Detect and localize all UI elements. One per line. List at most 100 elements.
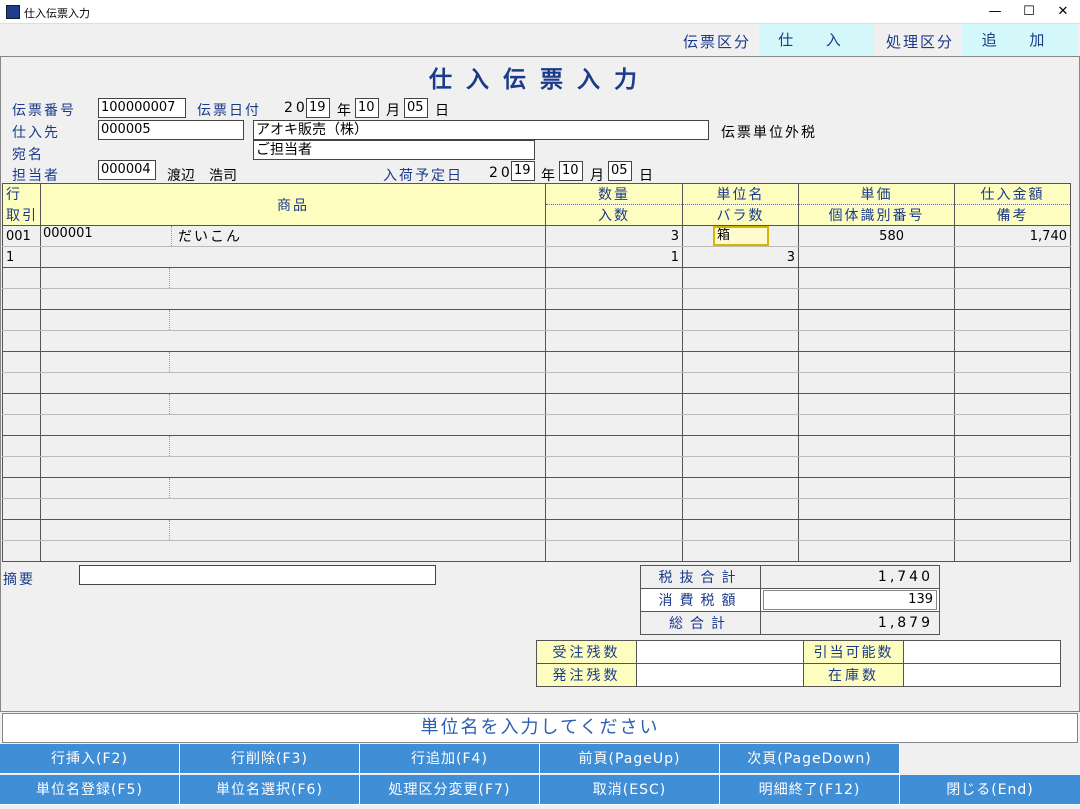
grid-cell[interactable] — [545, 351, 683, 373]
grid-cell[interactable] — [545, 330, 683, 352]
minimize-icon[interactable]: — — [978, 0, 1012, 24]
grid-cell[interactable] — [2, 456, 41, 478]
product-sub-cell[interactable] — [40, 246, 546, 268]
grid-cell[interactable] — [2, 267, 41, 289]
next-page-button[interactable]: 次頁(PageDown) — [720, 744, 900, 774]
product-code-cell[interactable] — [42, 268, 170, 288]
table-row-sub[interactable] — [2, 498, 1071, 520]
grid-cell[interactable] — [954, 498, 1071, 520]
grid-cell[interactable] — [2, 372, 41, 394]
grid-cell[interactable] — [682, 330, 799, 352]
product-code-cell[interactable] — [42, 310, 170, 330]
grid-cell[interactable] — [40, 288, 546, 310]
product-code-cell[interactable] — [42, 478, 170, 498]
grid-cell[interactable] — [545, 477, 683, 499]
grid-cell[interactable] — [798, 498, 955, 520]
grid-cell[interactable] — [545, 267, 683, 289]
grid-cell[interactable] — [954, 351, 1071, 373]
grid-cell[interactable] — [545, 372, 683, 394]
grid-cell[interactable] — [954, 267, 1071, 289]
close-button[interactable]: 閉じる(End) — [900, 775, 1080, 805]
staff-code-field[interactable]: 000004 — [98, 160, 156, 180]
product-code[interactable]: 000001 — [42, 226, 172, 246]
grid-cell[interactable] — [2, 519, 41, 541]
grid-cell[interactable] — [954, 330, 1071, 352]
grid-cell[interactable] — [798, 330, 955, 352]
grid-cell[interactable] — [40, 267, 546, 289]
table-row-sub[interactable] — [2, 372, 1071, 394]
slip-day-field[interactable]: 05 — [404, 98, 428, 118]
arrival-day-field[interactable]: 05 — [608, 161, 632, 181]
grid-cell[interactable] — [954, 288, 1071, 310]
qty-cell[interactable]: 3 — [545, 225, 683, 247]
grid-cell[interactable] — [954, 456, 1071, 478]
slip-year-field[interactable]: 19 — [306, 98, 330, 118]
maximize-icon[interactable]: ☐ — [1012, 0, 1046, 24]
unit-name-input[interactable]: 箱 — [713, 226, 769, 246]
select-unit-button[interactable]: 単位名選択(F6) — [180, 775, 360, 805]
product-cell[interactable]: 000001 だいこん — [40, 225, 546, 247]
grid-cell[interactable] — [545, 309, 683, 331]
insert-row-button[interactable]: 行挿入(F2) — [0, 744, 180, 774]
grid-cell[interactable] — [40, 519, 546, 541]
table-row[interactable]: 001 000001 だいこん 3 箱 580 1,740 — [2, 225, 1071, 247]
grid-cell[interactable] — [682, 477, 799, 499]
grid-cell[interactable] — [545, 456, 683, 478]
table-row-sub[interactable] — [2, 414, 1071, 436]
prev-page-button[interactable]: 前頁(PageUp) — [540, 744, 720, 774]
register-unit-button[interactable]: 単位名登録(F5) — [0, 775, 180, 805]
grid-cell[interactable] — [682, 267, 799, 289]
grid-cell[interactable] — [682, 540, 799, 562]
grid-cell[interactable] — [2, 288, 41, 310]
unit-cell[interactable]: 箱 — [682, 225, 799, 247]
grid-cell[interactable] — [545, 288, 683, 310]
grid-cell[interactable] — [2, 414, 41, 436]
memo-field[interactable] — [79, 565, 436, 585]
addressee-field[interactable]: ご担当者 — [253, 140, 535, 160]
table-row-sub[interactable] — [2, 288, 1071, 310]
grid-cell[interactable] — [2, 393, 41, 415]
grid-cell[interactable] — [682, 393, 799, 415]
grid-cell[interactable] — [545, 519, 683, 541]
tax-cell[interactable]: 139 — [760, 588, 940, 612]
grid-cell[interactable] — [40, 456, 546, 478]
grid-cell[interactable] — [682, 519, 799, 541]
supplier-code-field[interactable]: 000005 — [98, 120, 244, 140]
grid-cell[interactable] — [40, 330, 546, 352]
grid-cell[interactable] — [545, 393, 683, 415]
remarks-cell[interactable] — [954, 246, 1071, 268]
grid-cell[interactable] — [2, 309, 41, 331]
grid-cell[interactable] — [2, 477, 41, 499]
grid-cell[interactable] — [40, 540, 546, 562]
grid-cell[interactable] — [798, 309, 955, 331]
grid-cell[interactable] — [798, 456, 955, 478]
slip-month-field[interactable]: 10 — [355, 98, 379, 118]
grid-cell[interactable] — [2, 540, 41, 562]
grid-cell[interactable] — [954, 414, 1071, 436]
grid-cell[interactable] — [40, 372, 546, 394]
table-row[interactable] — [2, 351, 1071, 373]
grid-cell[interactable] — [682, 498, 799, 520]
product-code-cell[interactable] — [42, 394, 170, 414]
grid-cell[interactable] — [798, 477, 955, 499]
grid-cell[interactable] — [798, 435, 955, 457]
grid-cell[interactable] — [954, 372, 1071, 394]
grid-cell[interactable] — [2, 435, 41, 457]
grid-cell[interactable] — [798, 519, 955, 541]
grid-cell[interactable] — [682, 309, 799, 331]
table-row-sub[interactable] — [2, 330, 1071, 352]
grid-cell[interactable] — [954, 540, 1071, 562]
grid-cell[interactable] — [40, 414, 546, 436]
close-icon[interactable]: ✕ — [1046, 0, 1080, 24]
grid-cell[interactable] — [954, 309, 1071, 331]
grid-cell[interactable] — [682, 288, 799, 310]
grid-cell[interactable] — [40, 351, 546, 373]
grid-cell[interactable] — [798, 393, 955, 415]
grid-cell[interactable] — [798, 351, 955, 373]
change-process-type-button[interactable]: 処理区分変更(F7) — [360, 775, 540, 805]
grid-cell[interactable] — [682, 372, 799, 394]
arrival-month-field[interactable]: 10 — [559, 161, 583, 181]
product-code-cell[interactable] — [42, 352, 170, 372]
product-code-cell[interactable] — [42, 436, 170, 456]
table-row[interactable] — [2, 309, 1071, 331]
